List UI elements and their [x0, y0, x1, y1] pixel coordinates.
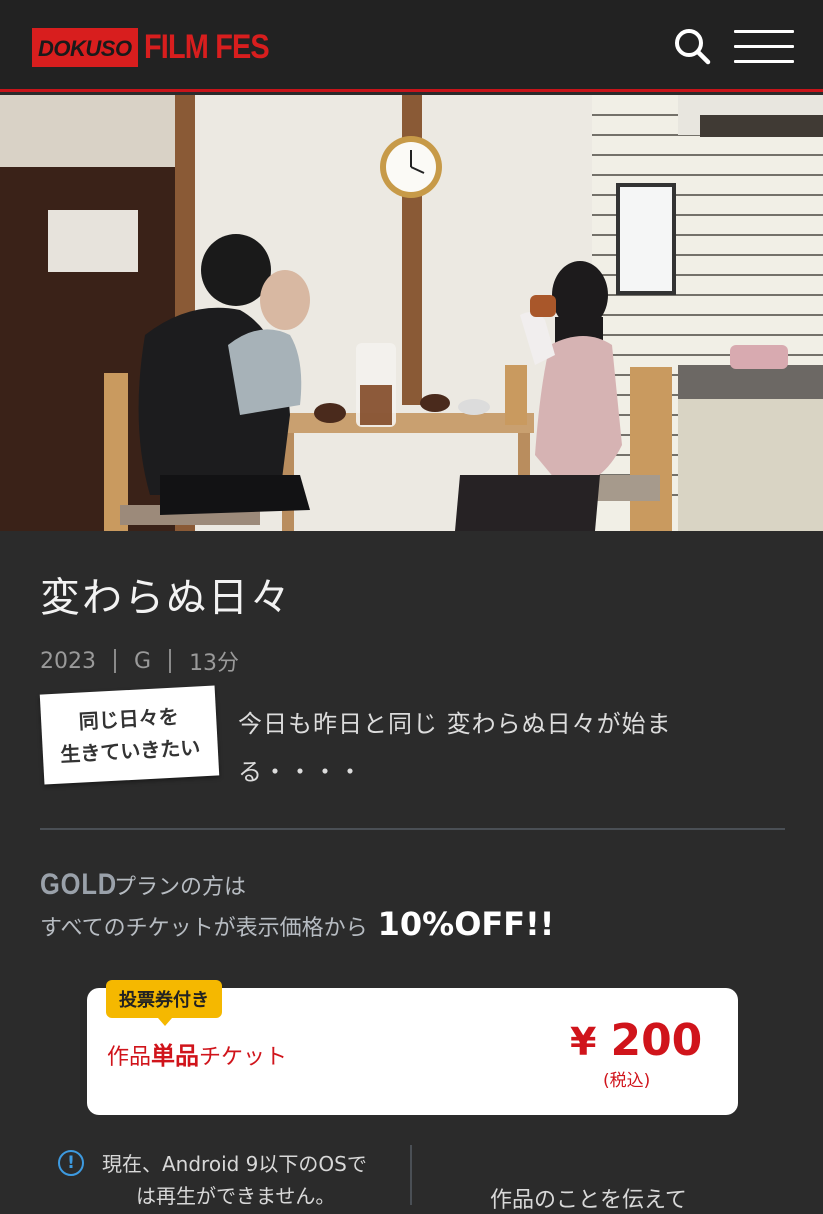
gold-promo-row-2: すべてのチケットが表示価格から 10%OFF!! — [40, 905, 554, 943]
tax-note: (税込) — [603, 1071, 651, 1091]
ticket-name-prefix: 作品 — [107, 1045, 152, 1070]
film-still-image — [0, 95, 823, 531]
film-meta: 2023 G 13分 — [40, 645, 239, 677]
film-year: 2023 — [40, 648, 96, 674]
hamburger-menu-icon — [734, 30, 794, 33]
catchphrase-line-2: 生きていきたい — [59, 735, 201, 767]
meta-separator — [114, 649, 116, 673]
ticket-name: 作品 単品 チケット — [107, 1036, 287, 1071]
gold-label: GOLD — [40, 868, 118, 901]
film-title: 変わらぬ日々 — [40, 575, 292, 621]
site-logo[interactable]: DOKUSO FILM FES — [32, 27, 290, 67]
logo-film-fes: FILM FES — [143, 27, 270, 66]
info-icon: ! — [58, 1150, 84, 1176]
site-header: DOKUSO FILM FES — [0, 0, 823, 92]
logo-dokuso: DOKUSO — [32, 27, 138, 67]
section-divider — [40, 828, 785, 830]
search-button[interactable] — [672, 26, 712, 66]
ticket-name-strong: 単品 — [151, 1042, 200, 1070]
currency-symbol: ¥ — [570, 1020, 597, 1064]
price-value: 200 — [610, 1015, 703, 1066]
gold-promo-line-1: プランの方は — [114, 875, 247, 900]
catchphrase-card: 同じ日々を 生きていきたい — [39, 685, 220, 785]
film-synopsis: 今日も昨日と同じ 変わらぬ日々が始まる・・・・ — [238, 710, 672, 786]
search-icon — [675, 29, 711, 65]
vote-ticket-badge: 投票券付き — [106, 980, 222, 1026]
gold-promo-line-2: すべてのチケットが表示価格から — [40, 916, 368, 941]
film-rating: G — [134, 648, 152, 674]
hamburger-menu-button[interactable] — [734, 30, 794, 66]
gold-discount: 10%OFF!! — [377, 905, 555, 943]
bottom-divider — [410, 1145, 412, 1205]
gold-plan-promo: GOLD プランの方は — [40, 868, 246, 902]
ticket-price: ¥200 — [570, 1015, 702, 1066]
ticket-name-suffix: チケット — [199, 1045, 288, 1070]
android-notice-line-1: 現在、Android 9以下のOSで — [102, 1152, 367, 1176]
film-duration: 13分 — [189, 651, 240, 676]
android-notice-line-2: は再生ができません。 — [136, 1184, 336, 1208]
meta-separator — [169, 649, 172, 673]
support-film-link[interactable]: 作品のことを伝えて — [490, 1182, 687, 1214]
android-notice: 現在、Android 9以下のOSで は再生ができません。 — [102, 1148, 402, 1212]
